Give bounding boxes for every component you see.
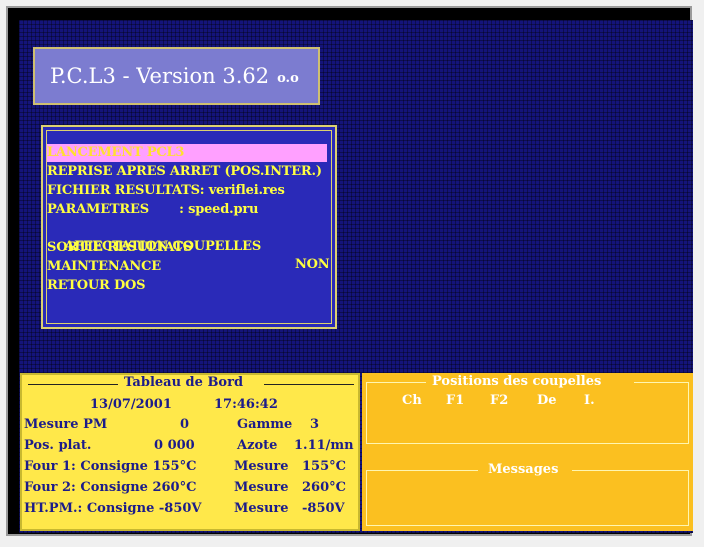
row-four1-consigne: Four 1: Consigne 155°C — [24, 459, 197, 474]
row-azote-label: Azote — [237, 438, 278, 453]
positions-messages-panel: Positions des coupelles Ch F1 F2 De I. M… — [362, 373, 693, 531]
app-title-suffix: o.o — [277, 70, 299, 86]
menu-item-affectation-value: NON — [295, 257, 330, 272]
menu-item-reprise[interactable]: REPRISE APRES ARRET (POS.INTER.) — [47, 163, 322, 181]
position-col-de: De — [537, 393, 557, 408]
row-azote-value: 1.11/mn — [294, 438, 354, 453]
app-title: P.C.L3 - Version 3.62 — [50, 64, 270, 88]
row-htpm-mesure-label: Mesure — [234, 501, 289, 516]
tableau-title: Tableau de Bord — [124, 375, 244, 390]
positions-box — [366, 382, 689, 444]
tableau-header-line-right — [264, 384, 354, 385]
tableau-de-bord-panel: Tableau de Bord 13/07/2001 17:46:42 Mesu… — [20, 373, 360, 531]
app-title-box: P.C.L3 - Version 3.62 o.o — [33, 47, 320, 105]
menu-item-affectation[interactable]: AFFECTATION COUPELLES NON — [47, 220, 331, 272]
menu-item-sortie-resultats[interactable]: SORTIE RESULTATS — [47, 239, 192, 257]
position-col-ch: Ch — [402, 393, 422, 408]
position-col-i: I. — [584, 393, 595, 408]
messages-box — [366, 470, 689, 526]
row-htpm-consigne: HT.PM.: Consigne -850V — [24, 501, 202, 516]
position-col-f1: F1 — [446, 393, 465, 408]
menu-item-retour-dos[interactable]: RETOUR DOS — [47, 277, 146, 295]
row-four2-mesure-label: Mesure — [234, 480, 289, 495]
messages-title: Messages — [488, 462, 559, 477]
menu-item-fichier-resultats[interactable]: FICHIER RESULTATS: veriflei.res — [47, 182, 285, 200]
tableau-header-line-left — [28, 384, 118, 385]
row-four2-mesure-value: 260°C — [302, 480, 346, 495]
row-four1-mesure-label: Mesure — [234, 459, 289, 474]
row-pos-plat-value: 0 000 — [154, 438, 195, 453]
menu-item-maintenance[interactable]: MAINTENANCE — [47, 258, 161, 276]
messages-header-line-left — [366, 470, 478, 471]
positions-title: Positions des coupelles — [432, 374, 602, 389]
row-four2-consigne: Four 2: Consigne 260°C — [24, 480, 197, 495]
position-col-f2: F2 — [490, 393, 509, 408]
tableau-time: 17:46:42 — [214, 397, 278, 412]
menu-item-parametres[interactable]: PARAMETRES : speed.pru — [47, 201, 258, 219]
positions-header-line-right — [634, 382, 688, 383]
positions-header-line-left — [366, 382, 426, 383]
row-mesure-pm-value: 0 — [180, 417, 190, 432]
row-htpm-mesure-value: -850V — [302, 501, 345, 516]
row-four1-mesure-value: 155°C — [302, 459, 346, 474]
messages-header-line-right — [572, 470, 688, 471]
row-mesure-pm-label: Mesure PM — [24, 417, 108, 432]
row-gamme-label: Gamme — [237, 417, 293, 432]
menu-item-lancement[interactable]: LANCEMENT PCL3 — [47, 144, 327, 162]
tableau-date: 13/07/2001 — [90, 397, 172, 412]
row-pos-plat-label: Pos. plat. — [24, 438, 92, 453]
row-gamme-value: 3 — [310, 417, 320, 432]
main-menu: LANCEMENT PCL3 REPRISE APRES ARRET (POS.… — [41, 125, 337, 329]
